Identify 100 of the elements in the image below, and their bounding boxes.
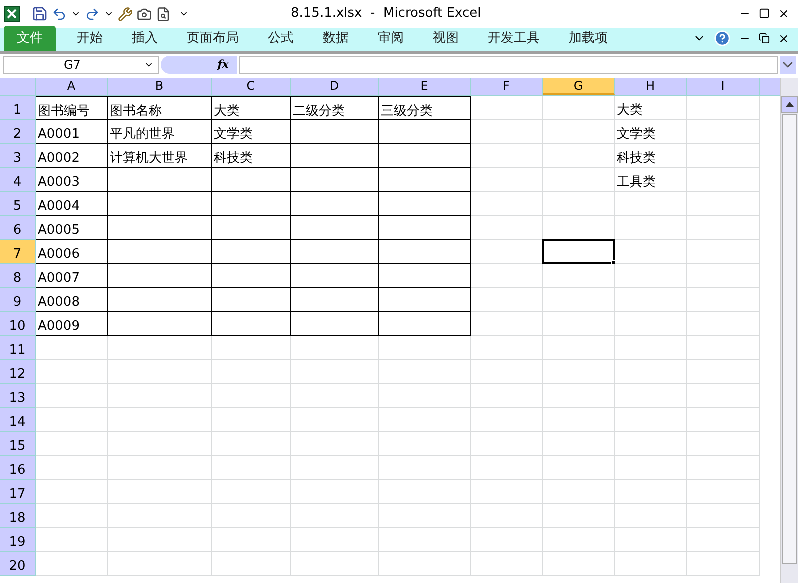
column-header[interactable]: G [543, 78, 615, 95]
row-header[interactable]: 12 [0, 360, 36, 384]
row-header[interactable]: 3 [0, 144, 36, 168]
help-icon[interactable] [714, 30, 731, 47]
wrench-icon[interactable] [118, 6, 133, 22]
table-cell: 科技类 [615, 144, 687, 168]
row-header[interactable]: 16 [0, 456, 36, 480]
undo-icon[interactable] [52, 6, 67, 22]
empty-cell [543, 456, 615, 480]
empty-cell [615, 528, 687, 552]
table-cell: 平凡的世界 [108, 120, 212, 144]
empty-cell [615, 480, 687, 504]
redo-icon[interactable] [85, 6, 100, 22]
empty-cell [543, 552, 615, 576]
formula-input-field[interactable] [239, 56, 778, 74]
table-cell: 三级分类 [379, 96, 471, 120]
row-header[interactable]: 18 [0, 504, 36, 528]
row-header[interactable]: 11 [0, 336, 36, 360]
window-title: 8.15.1.xlsx - Microsoft Excel [291, 5, 482, 24]
ribbon-tab[interactable]: 加载项 [556, 26, 621, 51]
row-header[interactable]: 2 [0, 120, 36, 144]
maximize-icon[interactable] [759, 8, 770, 19]
empty-cell [471, 432, 543, 456]
expand-formula-icon[interactable] [780, 56, 796, 74]
row-header[interactable]: 14 [0, 408, 36, 432]
row-header[interactable]: 19 [0, 528, 36, 552]
row-header[interactable]: 13 [0, 384, 36, 408]
ribbon-tab[interactable]: 数据 [310, 26, 362, 51]
row-header[interactable]: 15 [0, 432, 36, 456]
table-cell: 二级分类 [291, 96, 379, 120]
up-arrow-icon [786, 102, 794, 107]
scroll-up-button[interactable] [781, 96, 798, 113]
ribbon-tab[interactable]: 审阅 [365, 26, 417, 51]
scrollbar-thumb[interactable] [782, 114, 797, 564]
empty-cell [471, 192, 543, 216]
empty-cell [543, 432, 615, 456]
empty-cell [471, 312, 543, 336]
row-header[interactable]: 17 [0, 480, 36, 504]
close-icon[interactable] [778, 8, 790, 20]
restore-icon[interactable] [759, 33, 770, 44]
empty-cell [543, 168, 615, 192]
column-header[interactable]: A [36, 78, 108, 95]
close-icon[interactable] [778, 32, 790, 44]
ribbon-tab[interactable]: 视图 [420, 26, 472, 51]
table-cell: A0005 [36, 216, 108, 240]
column-header[interactable]: I [687, 78, 760, 95]
empty-cell [543, 192, 615, 216]
row-header[interactable]: 1 [0, 96, 36, 120]
ribbon-tab[interactable]: 公式 [255, 26, 307, 51]
empty-cell [471, 552, 543, 576]
row-header[interactable]: 4 [0, 168, 36, 192]
empty-cell [471, 168, 543, 192]
excel-logo-icon [4, 6, 20, 22]
empty-cell [615, 288, 687, 312]
row-header[interactable]: 5 [0, 192, 36, 216]
column-header[interactable]: C [212, 78, 291, 95]
empty-cell [471, 504, 543, 528]
ribbon-tab[interactable]: 插入 [119, 26, 171, 51]
table-cell: A0001 [36, 120, 108, 144]
table-cell: 大类 [615, 96, 687, 120]
empty-cell [615, 384, 687, 408]
save-icon[interactable] [32, 6, 48, 22]
empty-cell [615, 504, 687, 528]
ribbon-tab[interactable]: 开始 [64, 26, 116, 51]
column-header[interactable]: D [291, 78, 379, 95]
table-cell: A0007 [36, 264, 108, 288]
table-cell: 图书编号 [36, 96, 108, 120]
empty-cell [615, 456, 687, 480]
row-header[interactable]: 10 [0, 312, 36, 336]
row-header[interactable]: 6 [0, 216, 36, 240]
column-header[interactable]: H [615, 78, 687, 95]
row-header[interactable]: 7 [0, 240, 36, 264]
empty-cell [471, 384, 543, 408]
row-header[interactable]: 8 [0, 264, 36, 288]
empty-cell [543, 144, 615, 168]
table-cell: 科技类 [212, 144, 291, 168]
table-cell: A0006 [36, 240, 108, 264]
ribbon-tab[interactable]: 开发工具 [475, 26, 553, 51]
empty-cell [471, 360, 543, 384]
empty-cell [543, 336, 615, 360]
row-header[interactable]: 20 [0, 552, 36, 576]
empty-cell [543, 504, 615, 528]
empty-cell [471, 480, 543, 504]
camera-icon[interactable] [137, 6, 152, 22]
row-header[interactable]: 9 [0, 288, 36, 312]
ribbon-tab[interactable]: 页面布局 [174, 26, 252, 51]
table-cell: 工具类 [615, 168, 687, 192]
table-cell: A0004 [36, 192, 108, 216]
column-header[interactable]: E [379, 78, 471, 95]
print-preview-icon[interactable] [156, 6, 171, 22]
empty-cell [615, 216, 687, 240]
table-cell: 文学类 [212, 120, 291, 144]
empty-cell [543, 264, 615, 288]
name-box[interactable]: G7 [3, 56, 159, 74]
insert-function-button[interactable]: fx [218, 56, 229, 74]
empty-cell [543, 360, 615, 384]
column-header[interactable]: B [108, 78, 212, 95]
empty-cell [471, 336, 543, 360]
ribbon-tab[interactable]: 文件 [4, 26, 56, 51]
empty-cell [615, 240, 687, 264]
